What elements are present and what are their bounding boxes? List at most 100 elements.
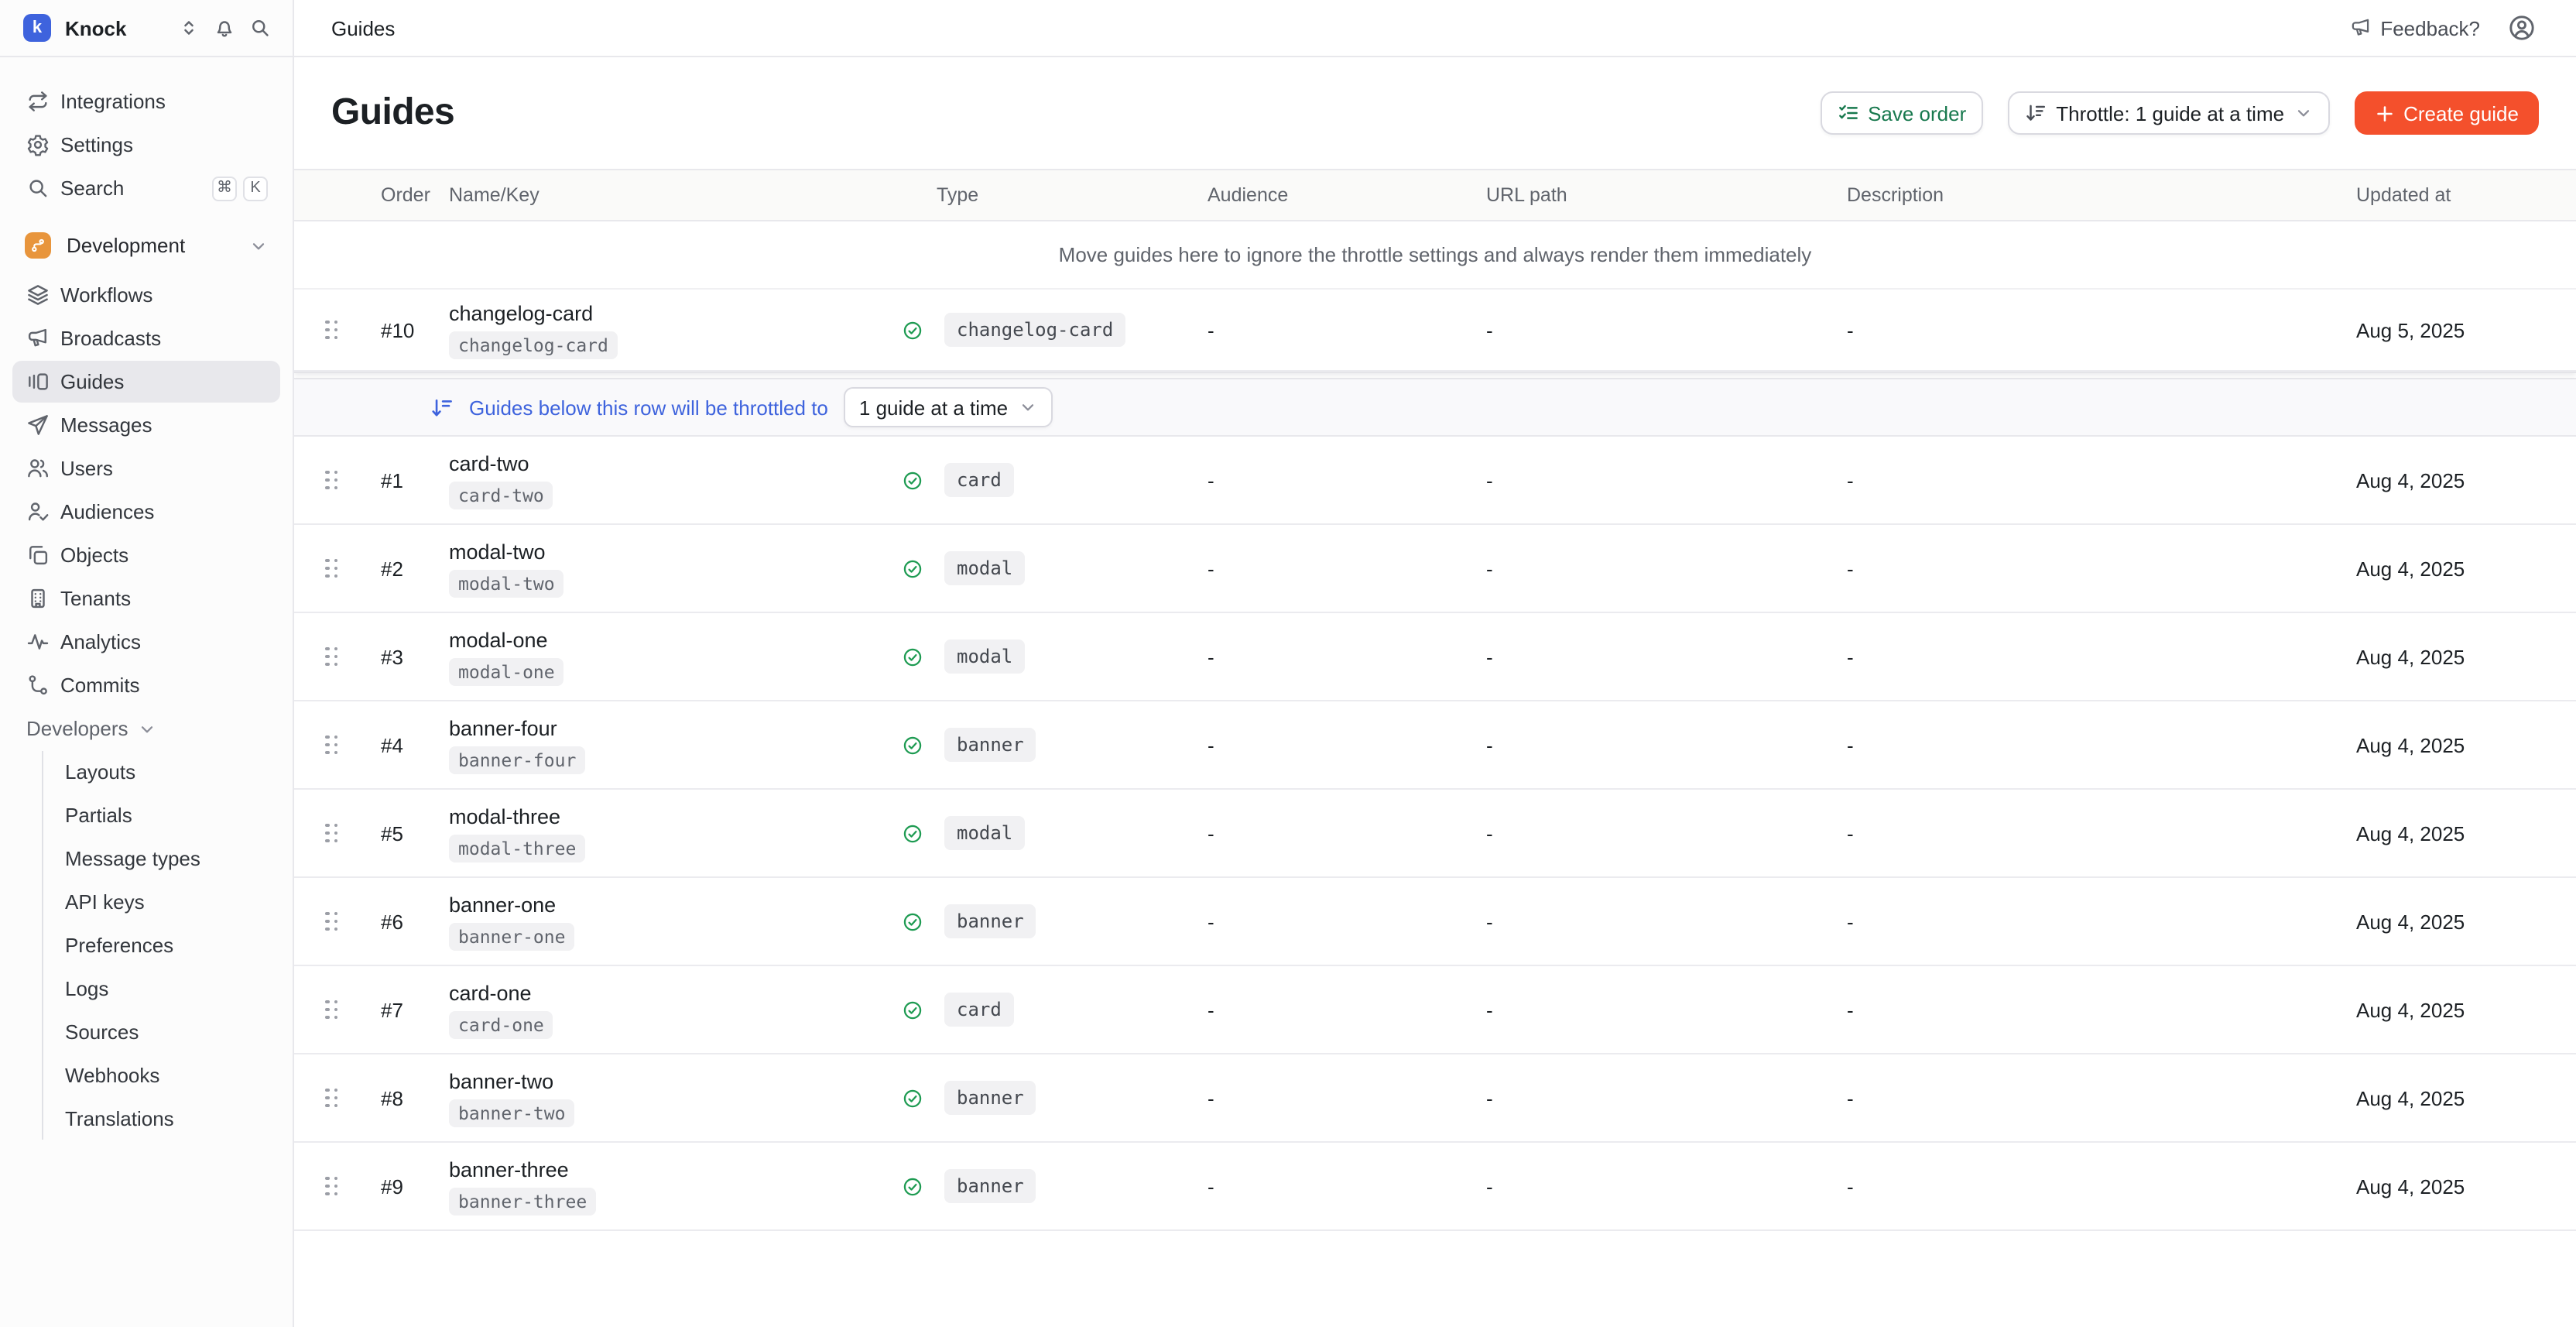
feedback-button[interactable]: Feedback? — [2349, 16, 2480, 39]
table-row[interactable]: #7 card-one card-one card - - - Aug 4, 2… — [294, 966, 2576, 1054]
drag-handle-icon[interactable] — [319, 465, 375, 496]
table-row[interactable]: #4 banner-four banner-four banner - - - … — [294, 701, 2576, 790]
throttle-amount-select[interactable]: 1 guide at a time — [844, 387, 1053, 427]
guide-updated-at: Aug 4, 2025 — [2347, 1174, 2539, 1198]
chevron-down-icon — [1019, 398, 1037, 417]
drag-handle-icon[interactable] — [319, 906, 375, 938]
chevron-down-icon — [2293, 104, 2312, 122]
workspace-switcher[interactable]: k Knock — [0, 0, 294, 56]
guide-type-cell: modal — [899, 639, 1186, 674]
sidebar-item-messages[interactable]: Messages — [12, 404, 280, 446]
sidebar-item-commits[interactable]: Commits — [12, 664, 280, 706]
sidebar-subitem[interactable]: Message types — [43, 838, 293, 880]
guide-audience: - — [1186, 733, 1464, 756]
main-content: Guides Save order Throttle: 1 guide at a… — [294, 57, 2576, 1327]
sidebar-item-label: Broadcasts — [60, 327, 161, 350]
sidebar-subitem[interactable]: Webhooks — [43, 1054, 293, 1096]
guide-type-badge: card — [944, 993, 1014, 1027]
guide-name-cell: banner-two banner-two — [443, 1069, 899, 1126]
drag-handle-icon[interactable] — [319, 729, 375, 761]
panels-icon — [26, 370, 50, 393]
table-row[interactable]: #10 changelog-card changelog-card change… — [294, 290, 2576, 372]
guide-type-cell: banner — [899, 728, 1186, 762]
table-row[interactable]: #5 modal-three modal-three modal - - - A… — [294, 790, 2576, 878]
sidebar-item-objects[interactable]: Objects — [12, 534, 280, 576]
sidebar-item-label: Analytics — [60, 630, 141, 653]
sidebar-item-broadcasts[interactable]: Broadcasts — [12, 317, 280, 359]
top-bar: k Knock Guides Feedback? — [0, 0, 2576, 57]
user-menu-button[interactable] — [2508, 14, 2536, 42]
table-row[interactable]: #9 banner-three banner-three banner - - … — [294, 1143, 2576, 1231]
sidebar-subitem[interactable]: Preferences — [43, 924, 293, 966]
drag-handle-icon[interactable] — [319, 641, 375, 673]
guide-name: card-two — [449, 451, 899, 475]
table-row[interactable]: #3 modal-one modal-one modal - - - Aug 4… — [294, 613, 2576, 701]
column-header-updated-at: Updated at — [2347, 184, 2539, 206]
drag-handle-icon[interactable] — [319, 314, 375, 346]
guide-name: modal-three — [449, 804, 899, 828]
guide-name-cell: banner-three banner-three — [443, 1157, 899, 1215]
check-circle-icon — [903, 1088, 923, 1108]
table-row[interactable]: #1 card-two card-two card - - - Aug 4, 2… — [294, 437, 2576, 525]
sidebar-subitem[interactable]: Sources — [43, 1011, 293, 1053]
sidebar-item-audiences[interactable]: Audiences — [12, 491, 280, 533]
guide-name-cell: banner-one banner-one — [443, 893, 899, 950]
guide-updated-at: Aug 4, 2025 — [2347, 733, 2539, 756]
table-row[interactable]: #2 modal-two modal-two modal - - - Aug 4… — [294, 525, 2576, 613]
create-guide-button[interactable]: Create guide — [2354, 91, 2539, 135]
sidebar-item-analytics[interactable]: Analytics — [12, 621, 280, 663]
save-order-button[interactable]: Save order — [1820, 91, 1983, 135]
sidebar-subitem[interactable]: Partials — [43, 794, 293, 836]
sidebar-item-integrations[interactable]: Integrations — [12, 81, 280, 122]
search-icon[interactable] — [249, 17, 271, 39]
guide-type-cell: modal — [899, 551, 1186, 585]
table-row[interactable]: #6 banner-one banner-one banner - - - Au… — [294, 878, 2576, 966]
guide-order: #8 — [375, 1086, 443, 1109]
guide-audience: - — [1186, 1086, 1464, 1109]
guide-order: #1 — [375, 468, 443, 492]
sidebar-subitem[interactable]: API keys — [43, 881, 293, 923]
guide-order: #9 — [375, 1174, 443, 1198]
guide-url-path: - — [1464, 733, 1828, 756]
throttle-divider-label: Guides below this row will be throttled … — [469, 396, 828, 419]
guide-order: #4 — [375, 733, 443, 756]
table-row[interactable]: #8 banner-two banner-two banner - - - Au… — [294, 1054, 2576, 1143]
guide-key-badge: banner-four — [449, 746, 585, 773]
sidebar-item-users[interactable]: Users — [12, 447, 280, 489]
guide-name: modal-two — [449, 540, 899, 563]
bell-icon[interactable] — [214, 17, 235, 39]
environment-switcher[interactable]: Development — [12, 225, 280, 266]
environment-badge — [25, 232, 51, 259]
sort-descending-icon — [2025, 102, 2047, 124]
sidebar-subitem[interactable]: Logs — [43, 968, 293, 1010]
guide-order: #7 — [375, 998, 443, 1021]
guide-audience: - — [1186, 910, 1464, 933]
guide-audience: - — [1186, 645, 1464, 668]
guide-audience: - — [1186, 557, 1464, 580]
sidebar-section-developers[interactable]: Developers — [12, 708, 280, 749]
sidebar-item-guides[interactable]: Guides — [12, 361, 280, 403]
sidebar-subitem[interactable]: Layouts — [43, 751, 293, 793]
sidebar-item-search[interactable]: Search ⌘ K — [12, 167, 280, 209]
drag-handle-icon[interactable] — [319, 1082, 375, 1114]
drag-handle-icon[interactable] — [319, 818, 375, 849]
sidebar-subitem[interactable]: Translations — [43, 1098, 293, 1140]
guide-name: banner-two — [449, 1069, 899, 1092]
check-circle-icon — [903, 1000, 923, 1020]
sidebar-item-workflows[interactable]: Workflows — [12, 274, 280, 316]
sidebar-item-settings[interactable]: Settings — [12, 124, 280, 166]
immediate-guides-group: Move guides here to ignore the throttle … — [294, 221, 2576, 373]
drag-handle-icon[interactable] — [319, 553, 375, 585]
app-window: k Knock Guides Feedback? — [0, 0, 2576, 1327]
sidebar-item-tenants[interactable]: Tenants — [12, 578, 280, 619]
drag-handle-icon[interactable] — [319, 1171, 375, 1202]
drag-handle-icon[interactable] — [319, 994, 375, 1026]
environment-name: Development — [67, 234, 185, 257]
caret-sort-icon[interactable] — [178, 17, 200, 39]
guide-type-cell: banner — [899, 1081, 1186, 1115]
save-order-label: Save order — [1868, 101, 1966, 125]
throttle-dropdown-button[interactable]: Throttle: 1 guide at a time — [2008, 91, 2329, 135]
guide-description: - — [1828, 1086, 2347, 1109]
guide-key-badge: modal-three — [449, 834, 585, 862]
guide-key-badge: banner-three — [449, 1187, 596, 1215]
